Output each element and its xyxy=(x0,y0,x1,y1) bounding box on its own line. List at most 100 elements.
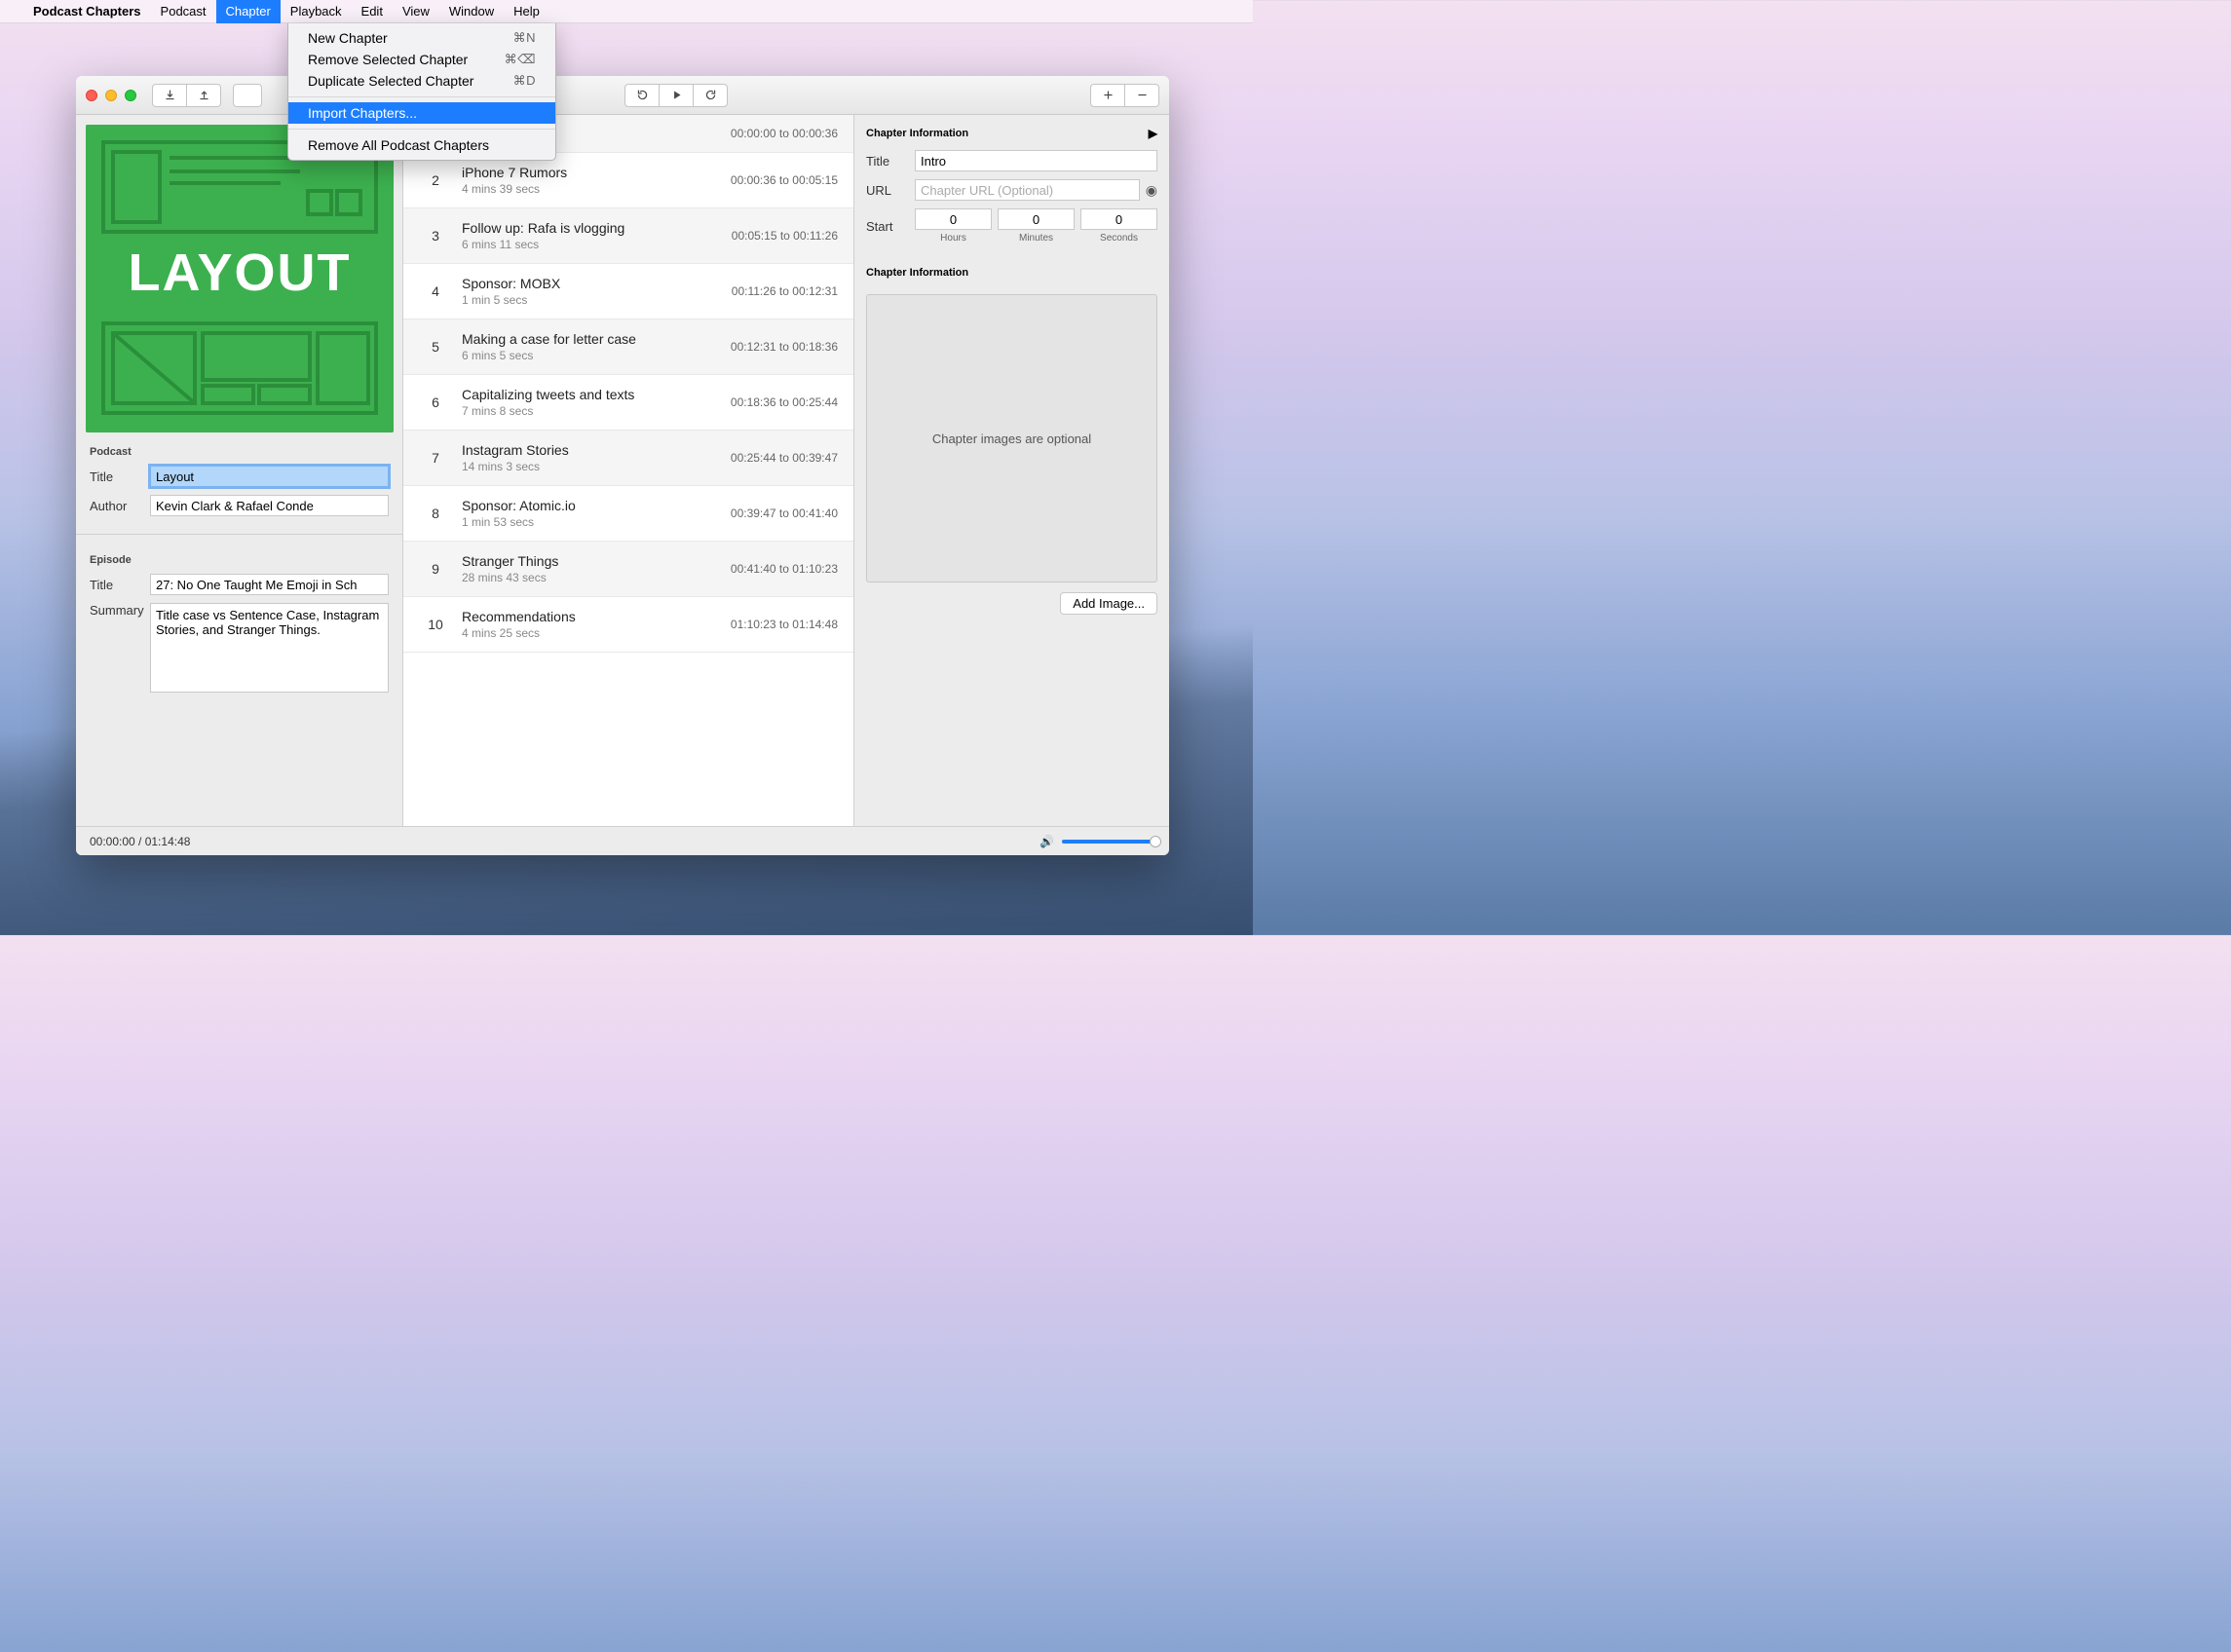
volume-control[interactable]: 🔊 xyxy=(1040,835,1155,848)
menu-import-chapters[interactable]: Import Chapters... xyxy=(288,102,555,124)
seconds-label: Seconds xyxy=(1100,233,1138,244)
chapter-image-header: Chapter Information xyxy=(866,267,968,279)
episode-summary-input[interactable]: Title case vs Sentence Case, Instagram S… xyxy=(150,603,389,693)
menu-view[interactable]: View xyxy=(393,0,439,23)
chapter-number: 5 xyxy=(419,339,452,355)
menu-playback[interactable]: Playback xyxy=(281,0,352,23)
podcast-title-label: Title xyxy=(90,469,150,484)
play-button[interactable] xyxy=(659,84,694,107)
menu-window[interactable]: Window xyxy=(439,0,504,23)
chapter-start-label: Start xyxy=(866,219,915,234)
playback-time: 00:00:00 / 01:14:48 xyxy=(90,835,190,848)
menu-edit[interactable]: Edit xyxy=(352,0,393,23)
menu-separator xyxy=(288,96,555,97)
chapter-timerange: 00:11:26 to 00:12:31 xyxy=(682,284,838,298)
chapter-timerange: 00:18:36 to 00:25:44 xyxy=(682,395,838,409)
chapter-row[interactable]: 2iPhone 7 Rumors4 mins 39 secs00:00:36 t… xyxy=(403,153,853,208)
menu-remove-selected[interactable]: Remove Selected Chapter ⌘⌫ xyxy=(288,49,555,70)
menu-chapter[interactable]: Chapter xyxy=(216,0,281,23)
toolbar-button[interactable] xyxy=(233,84,262,107)
titlebar xyxy=(76,76,1169,115)
chapter-row[interactable]: 3Follow up: Rafa is vlogging6 mins 11 se… xyxy=(403,208,853,264)
menu-separator xyxy=(288,129,555,130)
chapter-list[interactable]: 00:00:00 to 00:00:36 2iPhone 7 Rumors4 mi… xyxy=(403,115,853,826)
zoom-icon[interactable] xyxy=(125,90,136,101)
chapter-title: Stranger Things xyxy=(462,553,682,569)
episode-title-input[interactable] xyxy=(150,574,389,595)
chapter-timerange: 01:10:23 to 01:14:48 xyxy=(682,618,838,631)
minutes-input[interactable] xyxy=(998,208,1075,230)
import-button[interactable] xyxy=(152,84,187,107)
play-chapter-icon[interactable]: ▶ xyxy=(1149,127,1157,140)
rewind-button[interactable] xyxy=(624,84,660,107)
menu-item-label: Import Chapters... xyxy=(308,105,417,121)
volume-icon: 🔊 xyxy=(1040,835,1054,848)
episode-summary-label: Summary xyxy=(90,603,150,618)
menu-item-shortcut: ⌘⌫ xyxy=(505,52,536,67)
chapter-title: Sponsor: MOBX xyxy=(462,276,682,291)
menu-item-label: Remove Selected Chapter xyxy=(308,52,468,67)
minutes-label: Minutes xyxy=(1019,233,1053,244)
chapter-number: 6 xyxy=(419,394,452,410)
chapter-number: 3 xyxy=(419,228,452,244)
chapter-row[interactable]: 8Sponsor: Atomic.io1 min 53 secs00:39:47… xyxy=(403,486,853,542)
chapter-row[interactable]: 4Sponsor: MOBX1 min 5 secs00:11:26 to 00… xyxy=(403,264,853,319)
menu-item-shortcut: ⌘N xyxy=(513,30,536,46)
menu-remove-all[interactable]: Remove All Podcast Chapters xyxy=(288,134,555,156)
chapter-duration: 1 min 5 secs xyxy=(462,293,682,307)
svg-text:LAYOUT: LAYOUT xyxy=(128,244,351,302)
menu-help[interactable]: Help xyxy=(504,0,549,23)
menu-new-chapter[interactable]: New Chapter ⌘N xyxy=(288,27,555,49)
menu-duplicate-selected[interactable]: Duplicate Selected Chapter ⌘D xyxy=(288,70,555,92)
menu-item-label: New Chapter xyxy=(308,30,388,46)
chapter-timerange: 00:12:31 to 00:18:36 xyxy=(682,340,838,354)
podcast-section-header: Podcast xyxy=(90,440,389,466)
chapter-inspector: Chapter Information ▶ Title URL ◉ Start … xyxy=(853,115,1169,826)
hours-input[interactable] xyxy=(915,208,992,230)
seconds-input[interactable] xyxy=(1080,208,1157,230)
menu-podcast[interactable]: Podcast xyxy=(151,0,216,23)
chapter-duration: 4 mins 39 secs xyxy=(462,182,682,196)
chapter-title: Making a case for letter case xyxy=(462,331,682,347)
chapter-image-dropzone[interactable]: Chapter images are optional xyxy=(866,294,1157,582)
podcast-author-label: Author xyxy=(90,499,150,513)
minimize-icon[interactable] xyxy=(105,90,117,101)
chapter-title: Recommendations xyxy=(462,609,682,624)
episode-title-label: Title xyxy=(90,578,150,592)
app-menu[interactable]: Podcast Chapters xyxy=(23,0,151,23)
chapter-title: Instagram Stories xyxy=(462,442,682,458)
chapter-title: Capitalizing tweets and texts xyxy=(462,387,682,402)
import-export-group xyxy=(152,84,221,107)
podcast-author-input[interactable] xyxy=(150,495,389,516)
chapter-row[interactable]: 6Capitalizing tweets and texts7 mins 8 s… xyxy=(403,375,853,431)
forward-button[interactable] xyxy=(693,84,728,107)
chapter-timerange: 00:00:00 to 00:00:36 xyxy=(682,127,838,140)
preview-url-icon[interactable]: ◉ xyxy=(1146,182,1157,199)
episode-section-header: Episode xyxy=(90,548,389,574)
chapter-duration: 4 mins 25 secs xyxy=(462,626,682,640)
add-chapter-button[interactable] xyxy=(1090,84,1125,107)
chapter-row[interactable]: 9Stranger Things28 mins 43 secs00:41:40 … xyxy=(403,542,853,597)
menubar: Podcast Chapters Podcast Chapter Playbac… xyxy=(0,0,1253,23)
chapter-row[interactable]: 5Making a case for letter case6 mins 5 s… xyxy=(403,319,853,375)
chapter-row[interactable]: 10 Recommendations 4 mins 25 secs01:10:23 … xyxy=(403,597,853,653)
podcast-title-input[interactable] xyxy=(150,466,389,487)
podcast-artwork: LAYOUT xyxy=(86,125,394,432)
menu-item-shortcut: ⌘D xyxy=(513,73,536,89)
menu-item-label: Duplicate Selected Chapter xyxy=(308,73,473,89)
chapter-info-header: Chapter Information xyxy=(866,128,968,139)
chapter-timerange: 00:41:40 to 01:10:23 xyxy=(682,562,838,576)
playback-group xyxy=(624,84,728,107)
chapter-number: 8 xyxy=(419,506,452,521)
chapter-timerange: 00:39:47 to 00:41:40 xyxy=(682,507,838,520)
remove-chapter-button[interactable] xyxy=(1124,84,1159,107)
close-icon[interactable] xyxy=(86,90,97,101)
volume-slider[interactable] xyxy=(1062,840,1155,844)
add-image-button[interactable]: Add Image... xyxy=(1060,592,1157,615)
chapter-url-input[interactable] xyxy=(915,179,1140,201)
chapter-row[interactable]: 7Instagram Stories14 mins 3 secs00:25:44… xyxy=(403,431,853,486)
chapter-title-input[interactable] xyxy=(915,150,1157,171)
chapter-number: 10 xyxy=(419,617,452,632)
export-button[interactable] xyxy=(186,84,221,107)
chapter-url-label: URL xyxy=(866,183,915,198)
